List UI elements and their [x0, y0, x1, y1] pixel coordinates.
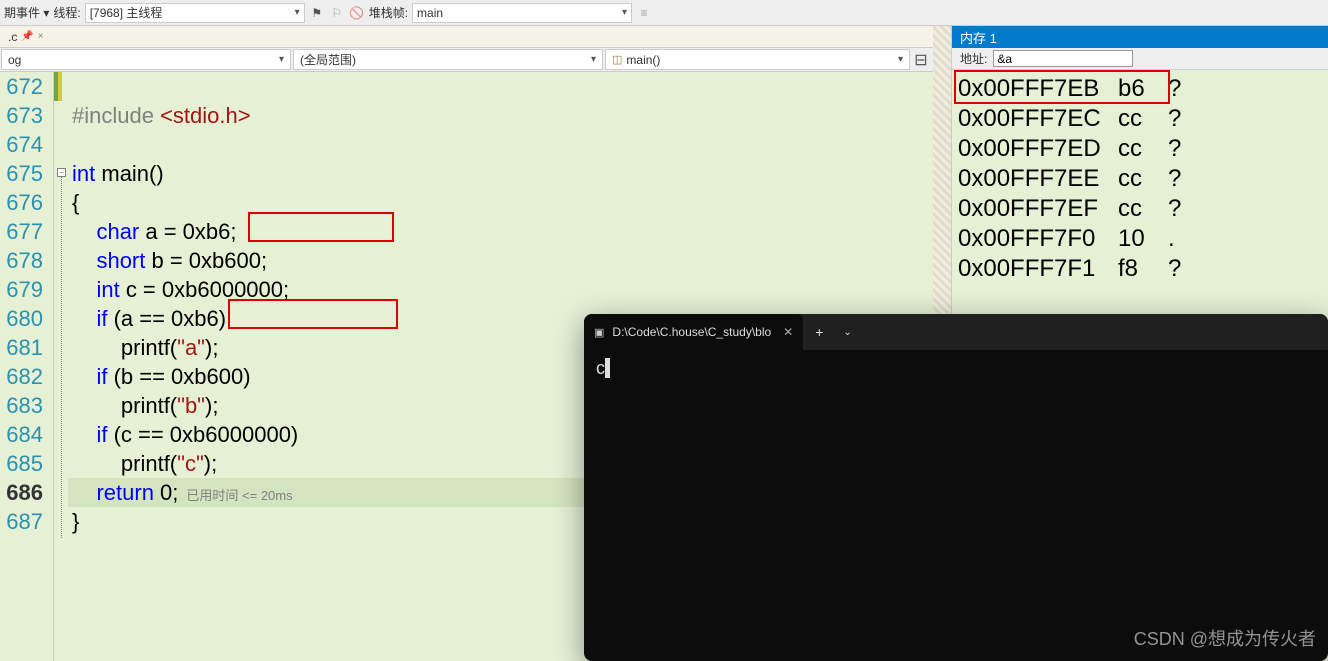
memory-row: 0x00FFF7EFcc? [952, 194, 1328, 224]
project-dropdown[interactable]: og [1, 49, 291, 70]
memory-row: 0x00FFF7F010. [952, 224, 1328, 254]
terminal-icon: ▣ [594, 326, 604, 339]
memory-row: 0x00FFF7F1f8? [952, 254, 1328, 284]
flag-icon[interactable]: ⚑ [309, 5, 325, 21]
line-number-gutter: 6726736746756766776786796806816826836846… [0, 72, 54, 661]
memory-row: 0x00FFF7ECcc? [952, 104, 1328, 134]
filter-off-icon[interactable]: 🚫 [349, 5, 365, 21]
address-label: 地址: [960, 50, 987, 67]
close-tab-icon[interactable]: × [38, 31, 44, 42]
terminal-tab-menu[interactable]: ⌄ [835, 327, 859, 338]
memory-title[interactable]: 内存 1 [952, 26, 1328, 48]
terminal-tab[interactable]: ▣ D:\Code\C.house\C_study\blo ✕ [584, 314, 803, 350]
collapse-toggle[interactable]: − [57, 168, 66, 177]
thread-label: 线程: [53, 4, 80, 21]
flag-outline-icon[interactable]: ⚐ [329, 5, 345, 21]
terminal-close-icon[interactable]: ✕ [783, 325, 793, 339]
memory-address-bar: 地址: &a [952, 48, 1328, 70]
terminal-output[interactable]: c [584, 350, 1328, 661]
scope-dropdown[interactable]: (全局范围) [293, 49, 603, 70]
events-label[interactable]: 期事件 ▾ [4, 4, 49, 21]
tab-strip: .c 📌 × [0, 26, 951, 48]
memory-row: 0x00FFF7EDcc? [952, 134, 1328, 164]
pin-icon[interactable]: 📌 [21, 31, 33, 42]
debug-toolbar: 期事件 ▾ 线程: [7968] 主线程 ⚑ ⚐ 🚫 堆栈帧: main ≡ [0, 0, 1328, 26]
terminal-titlebar[interactable]: ▣ D:\Code\C.house\C_study\blo ✕ + ⌄ [584, 314, 1328, 350]
cube-icon: ◫ [612, 53, 622, 66]
thread-dropdown[interactable]: [7968] 主线程 [85, 3, 305, 23]
terminal-window[interactable]: ▣ D:\Code\C.house\C_study\blo ✕ + ⌄ c [584, 314, 1328, 661]
address-input[interactable]: &a [993, 50, 1133, 67]
stackframe-dropdown[interactable]: main [412, 3, 632, 23]
memory-row: 0x00FFF7EEcc? [952, 164, 1328, 194]
file-tab[interactable]: .c 📌 × [0, 28, 52, 46]
function-dropdown[interactable]: ◫main() [605, 49, 910, 70]
stackframe-label: 堆栈帧: [369, 4, 408, 21]
outline-margin[interactable]: − [54, 72, 68, 661]
split-icon[interactable]: ⊟ [911, 48, 931, 71]
stackframe-more-icon[interactable]: ≡ [636, 5, 652, 21]
terminal-add-tab[interactable]: + [803, 324, 835, 340]
navigation-dropdowns: og (全局范围) ◫main() ⊟ ⇆ [0, 48, 951, 72]
terminal-cursor [605, 358, 610, 378]
memory-row: 0x00FFF7EBb6? [952, 74, 1328, 104]
